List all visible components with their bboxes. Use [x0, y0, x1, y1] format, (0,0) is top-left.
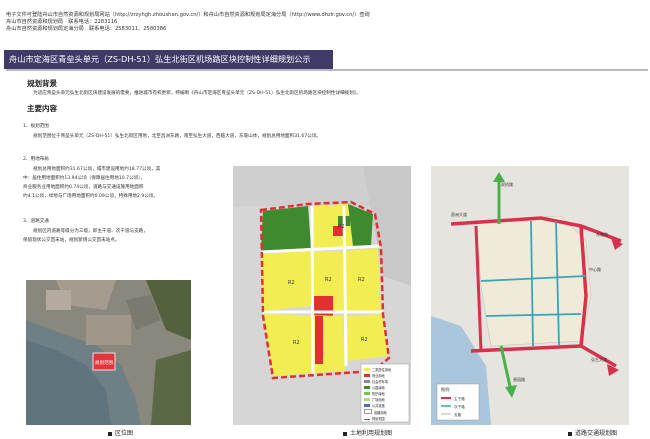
road-name-4: 双桥路	[501, 181, 513, 187]
header-line-bureau-phone: 舟山市自然资源和规划局 联系电话：2283116	[6, 19, 118, 25]
road-name-5: 香园路	[513, 376, 525, 382]
background-heading: 规划背景	[27, 79, 57, 88]
road-map: 昌洲大道 东港路 弘生大道 双桥路 香园路 中心路 图例 主干路 次干路 支路	[431, 166, 629, 425]
traffic-line-2: 保留现状公交首末站，规划新增公交首末站点。	[23, 238, 120, 243]
legend-square: 广场用地	[372, 398, 385, 402]
landuse-legend: 二类居住用地 商业用地 社会停车场 公园绿地 防护绿地 广场用地 公共设施 道路…	[364, 367, 408, 422]
road-name-6: 中心路	[589, 266, 601, 272]
road-legend-title: 图例	[441, 386, 449, 393]
header-line-website: 电子文件可登陆舟山市自然资源和规划局网站（http://zrzyhgh.zhou…	[6, 12, 370, 18]
landuse-caption: 土地利用规划图	[343, 428, 392, 437]
svg-text:R2: R2	[338, 224, 345, 230]
svg-text:R2: R2	[361, 337, 368, 343]
location-map: 规划范围	[26, 280, 191, 425]
svg-text:R2: R2	[288, 280, 295, 286]
header-line-branch-phone: 舟山市自然资源和规划局定海分局 联系电话：2583011、2580386	[6, 26, 167, 32]
location-caption: 区位图	[108, 428, 133, 437]
legend-road: 道路用地	[374, 411, 387, 415]
page-title: 舟山市定海区青垒头单元（ZS-DH-51）弘生北街区机场路区块控制性详细规划公示	[4, 50, 333, 69]
legend-protect: 防护绿地	[372, 392, 385, 396]
legend-boundary: 规划范围	[372, 417, 385, 421]
road-map-image: 昌洲大道 东港路 弘生大道 双桥路 香园路 中心路 图例 主干路 次干路 支路	[431, 166, 629, 425]
background-text: 为适应青垒头单元弘生北街区块建设发展的需要，推进城市有机更新，特编制《舟山市定海…	[33, 91, 361, 96]
svg-text:R2: R2	[325, 277, 332, 283]
road-legend-branch: 支路	[454, 412, 462, 417]
road-name-3: 弘生大道	[591, 356, 607, 362]
road-caption: 道路交通规划图	[568, 428, 617, 437]
layout-line-4: 约4.1公顷，绿地与广场用地面积约0.09公顷，特殊用地2.9公顷。	[23, 194, 159, 199]
svg-text:R2: R2	[293, 340, 300, 346]
legend-public: 公共设施	[372, 404, 385, 408]
traffic-line-1: 规划区内道路等级分为三级，即主干道、次干道与支路，	[33, 229, 148, 234]
layout-line-1: 规划总用地面积约31.67公顷，城市建设用地约18.77公顷，其	[33, 167, 161, 172]
road-name-1: 昌洲大道	[451, 211, 467, 217]
layout-line-3: 商业服务业用地面积约0.74公顷，道路与交通设施用地面积	[23, 185, 144, 190]
road-name-2: 东港路	[596, 231, 608, 237]
road-legend-main: 主干路	[454, 396, 465, 401]
svg-text:R2: R2	[358, 277, 365, 283]
content-heading: 主要内容	[27, 104, 57, 113]
legend-commercial: 商业用地	[372, 374, 385, 378]
location-map-image: 规划范围	[26, 280, 191, 425]
layout-title: 2、用地布局	[23, 157, 49, 162]
scope-title: 1、规划范围	[23, 124, 49, 129]
title-underline	[6, 69, 648, 71]
landuse-map: R2 R2 R2 R2 R2 R2 二类居住用地 商业用地 社会停车场 公园绿地…	[233, 166, 411, 425]
road-legend-secondary: 次干路	[454, 404, 465, 409]
legend-residential: 二类居住用地	[372, 368, 392, 372]
traffic-title: 3、道路交通	[23, 219, 49, 224]
layout-line-2: 中：居住用地面积约13.94公顷（保障居住用地10.7公顷），	[23, 176, 146, 181]
legend-parking: 社会停车场	[372, 380, 388, 384]
scope-text: 规划范围位于青垒头单元（ZS-DH-51）弘生北街区用地，北至昌洲东路，南至弘生…	[33, 134, 322, 139]
location-tag: 规划范围	[95, 359, 113, 366]
legend-park: 公园绿地	[372, 386, 385, 390]
